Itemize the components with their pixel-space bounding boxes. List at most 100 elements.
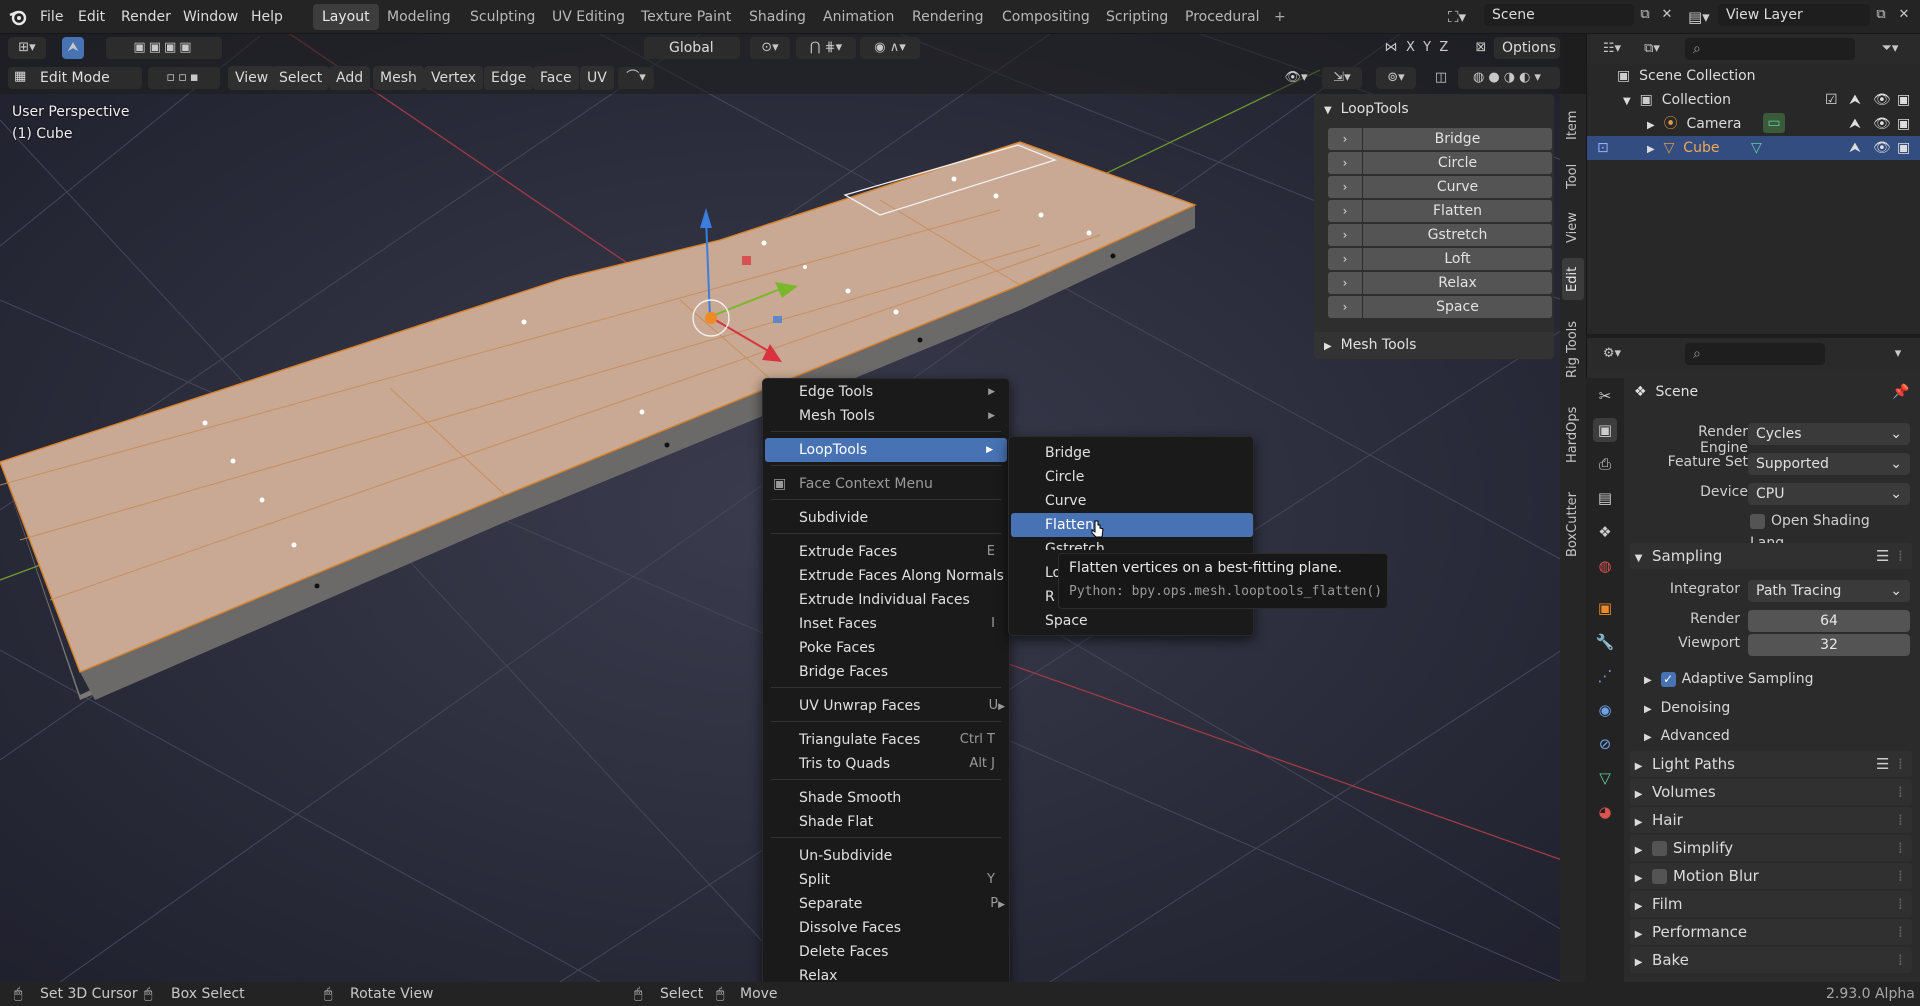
menu-item-extrude-individual[interactable]: Extrude Individual Faces	[763, 588, 1009, 612]
presets-list-icon[interactable]: ☰	[1876, 543, 1889, 569]
close-view-layer-icon[interactable]: ✕	[1893, 4, 1915, 26]
feature-set-dropdown[interactable]: Supported ⌄	[1748, 453, 1910, 475]
tab-shading[interactable]: Shading	[740, 4, 815, 30]
npanel-tab-edit[interactable]: Edit	[1562, 258, 1584, 300]
select-mode-icons[interactable]: ▣▣▣▣	[106, 37, 222, 59]
relax-expand-icon[interactable]: ›	[1328, 272, 1362, 294]
expand-arrow-icon[interactable]: ▶	[1647, 120, 1655, 131]
render-samples-field[interactable]: 64	[1748, 610, 1910, 632]
view-layer-field[interactable]: View Layer	[1718, 4, 1870, 26]
xray-icon[interactable]: ◫	[1430, 67, 1452, 89]
outliner-row-camera[interactable]: ▶ ⦿ Camera ▭ ⮝ 👁 ▣	[1587, 112, 1920, 136]
menu-file[interactable]: File	[32, 5, 71, 29]
expand-arrow-icon[interactable]: ▶	[1647, 144, 1655, 155]
integrator-dropdown[interactable]: Path Tracing ⌄	[1748, 580, 1910, 602]
camera-render-icon[interactable]: ▣	[1897, 88, 1910, 112]
menu-item-dissolve-faces[interactable]: Dissolve Faces	[763, 916, 1009, 940]
properties-options-icon[interactable]: ▾	[1887, 343, 1909, 365]
outliner-row-scene-collection[interactable]: ▣ Scene Collection	[1587, 64, 1920, 88]
gstretch-expand-icon[interactable]: ›	[1328, 224, 1362, 246]
mirror-icon[interactable]: ⋈	[1380, 37, 1402, 59]
outliner-row-collection[interactable]: ▼ ▣ Collection ☑ ⮝ 👁 ▣	[1587, 88, 1920, 112]
mirror-y[interactable]: Y	[1423, 40, 1431, 55]
outliner-row-cube[interactable]: ⊡ ▶ ▽ Cube ▽ ⮝ 👁 ▣	[1587, 136, 1920, 160]
menu-help[interactable]: Help	[243, 5, 291, 29]
submenu-item-circle[interactable]: Circle	[1011, 465, 1253, 489]
menu-item-triangulate[interactable]: Triangulate Faces Ctrl T	[763, 728, 1009, 752]
tab-modeling[interactable]: Modeling	[378, 4, 460, 30]
submenu-item-flatten[interactable]: Flatten	[1011, 513, 1253, 537]
drag-handle-icon[interactable]: ⁞	[1898, 919, 1903, 945]
adaptive-sampling-subpanel[interactable]: ▶ ✓ Adaptive Sampling	[1644, 667, 1814, 691]
pin-icon[interactable]: 📌	[1892, 380, 1909, 404]
menu-render[interactable]: Render	[113, 5, 179, 29]
osl-checkbox[interactable]: Open Shading Lang...	[1750, 510, 1920, 551]
npanel-space-button[interactable]: Space	[1363, 296, 1552, 318]
mirror-x[interactable]: X	[1406, 40, 1415, 55]
drag-handle-icon[interactable]: ⁞	[1898, 891, 1903, 917]
uv-sync-icon[interactable]: ⌒▾	[618, 67, 654, 89]
tab-scripting[interactable]: Scripting	[1097, 4, 1177, 30]
outliner-search-input[interactable]: ⌕	[1685, 38, 1855, 60]
drag-handle-icon[interactable]: ⁞	[1898, 779, 1903, 805]
select-tool-icon[interactable]: ⮝	[62, 37, 84, 59]
data-tab-icon[interactable]: ▽	[1593, 766, 1617, 790]
menu-item-bridge-faces[interactable]: Bridge Faces	[763, 660, 1009, 684]
orientation-dropdown[interactable]: Global	[669, 37, 714, 59]
menu-item-tris-to-quads[interactable]: Tris to Quads Alt J	[763, 752, 1009, 776]
view-layer-icon[interactable]: ▤▾	[1688, 6, 1720, 28]
options-dropdown[interactable]: Options	[1494, 37, 1560, 59]
output-tab-icon[interactable]: ⎙	[1593, 452, 1617, 476]
hair-panel-header[interactable]: ▶ Hair ⁞	[1630, 807, 1912, 833]
npanel-tab-view[interactable]: View	[1562, 204, 1584, 252]
tab-compositing[interactable]: Compositing	[993, 4, 1099, 30]
close-scene-icon[interactable]: ✕	[1656, 4, 1678, 26]
simplify-panel-header[interactable]: ▶ Simplify ⁞	[1630, 835, 1912, 861]
loft-expand-icon[interactable]: ›	[1328, 248, 1362, 270]
tool-tab-icon[interactable]: ✂	[1593, 384, 1617, 408]
volumes-panel-header[interactable]: ▶ Volumes ⁞	[1630, 779, 1912, 805]
menu-add[interactable]: Add	[329, 66, 371, 90]
menu-item-un-subdivide[interactable]: Un-Subdivide	[763, 844, 1009, 868]
camera-render-icon[interactable]: ▣	[1897, 136, 1910, 160]
add-workspace-button[interactable]: +	[1265, 4, 1295, 30]
render-engine-dropdown[interactable]: Cycles ⌄	[1748, 423, 1910, 445]
drag-handle-icon[interactable]: ⁞	[1898, 807, 1903, 833]
checkbox-checked-icon[interactable]: ✓	[1660, 671, 1676, 687]
device-dropdown[interactable]: CPU ⌄	[1748, 483, 1910, 505]
menu-edit[interactable]: Edit	[70, 5, 113, 29]
mesh-tools-panel-header[interactable]: ▶ Mesh Tools	[1314, 332, 1554, 359]
drag-handle-icon[interactable]: ⁞	[1898, 863, 1903, 889]
menu-window[interactable]: Window	[175, 5, 246, 29]
film-panel-header[interactable]: ▶ Film ⁞	[1630, 891, 1912, 917]
menu-mesh[interactable]: Mesh	[373, 66, 424, 90]
menu-item-extrude-faces[interactable]: Extrude Faces E	[763, 540, 1009, 564]
looptools-panel-header[interactable]: ▼ LoopTools	[1324, 98, 1409, 120]
npanel-curve-button[interactable]: Curve	[1363, 176, 1552, 198]
checkbox-icon[interactable]	[1652, 841, 1668, 856]
collection-checkbox-icon[interactable]: ☑	[1825, 88, 1838, 112]
snap-icon[interactable]: ⋂ ⋕▾	[796, 37, 856, 59]
modifiers-tab-icon[interactable]: 🔧	[1593, 630, 1617, 654]
menu-item-edge-tools[interactable]: Edge Tools ▶	[763, 380, 1009, 404]
filter-icon[interactable]: ⏷▾	[1873, 38, 1907, 60]
menu-item-inset-faces[interactable]: Inset Faces I	[763, 612, 1009, 636]
render-tab-icon[interactable]: ▣	[1593, 418, 1617, 442]
pivot-icon[interactable]: ⊙▾	[750, 37, 790, 59]
properties-editor-type-icon[interactable]: ⚙▾	[1595, 343, 1629, 365]
drag-handle-icon[interactable]: ⁞	[1898, 835, 1903, 861]
npanel-loft-button[interactable]: Loft	[1363, 248, 1552, 270]
denoising-subpanel[interactable]: ▶ Denoising	[1644, 696, 1730, 720]
material-tab-icon[interactable]: ◕	[1593, 800, 1617, 824]
advanced-subpanel[interactable]: ▶ Advanced	[1644, 724, 1730, 748]
outliner-editor-type-icon[interactable]: ☷▾	[1595, 38, 1629, 60]
eye-icon[interactable]: 👁	[1873, 136, 1891, 160]
display-mode-icon[interactable]: ⧉▾	[1635, 38, 1669, 60]
visibility-icon[interactable]: 👁▾	[1276, 67, 1316, 89]
camera-data-icon[interactable]: ▭	[1763, 113, 1785, 133]
motion-blur-panel-header[interactable]: ▶ Motion Blur ⁞	[1630, 863, 1912, 889]
new-scene-icon[interactable]: ⧉	[1634, 4, 1656, 26]
mirror-axes[interactable]: X Y Z	[1406, 37, 1462, 59]
npanel-tab-hardops[interactable]: HardOps	[1562, 398, 1584, 472]
menu-item-split[interactable]: Split Y	[763, 868, 1009, 892]
